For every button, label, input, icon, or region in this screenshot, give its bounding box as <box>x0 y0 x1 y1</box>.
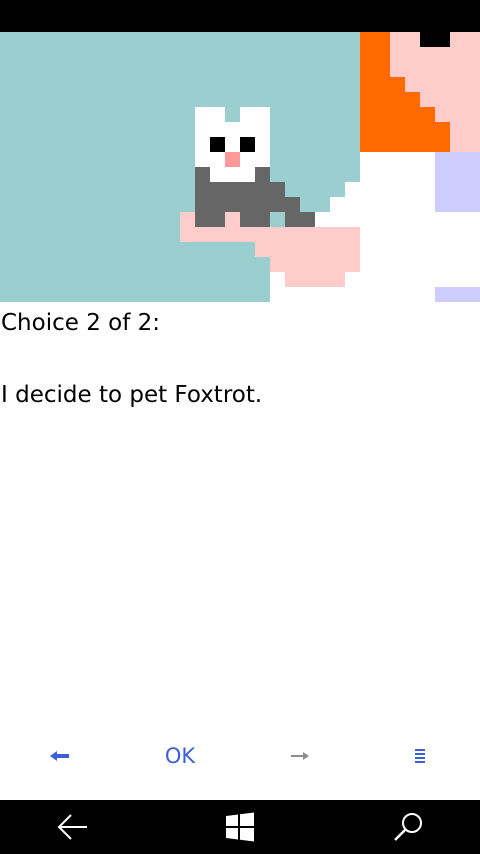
story-illustration <box>0 32 480 302</box>
choice-header: Choice 2 of 2: <box>1 310 161 336</box>
ok-label: OK <box>164 744 196 768</box>
story-text: I decide to pet Foxtrot. <box>1 382 263 408</box>
menu-button[interactable] <box>360 724 480 788</box>
windows-logo-icon <box>226 812 254 842</box>
previous-button[interactable] <box>0 724 120 788</box>
search-icon <box>394 813 422 841</box>
pixel-art-cat-image <box>0 32 480 302</box>
system-search-button[interactable] <box>353 800 463 854</box>
system-back-button[interactable] <box>18 800 128 854</box>
story-nav-bar: OK <box>0 724 480 788</box>
system-navigation-bar <box>0 800 480 854</box>
right-arrow-icon <box>291 752 309 760</box>
ok-button[interactable]: OK <box>120 724 240 788</box>
status-bar <box>0 0 480 32</box>
system-start-button[interactable] <box>185 800 295 854</box>
menu-lines-icon <box>415 749 425 763</box>
app-screen: Choice 2 of 2: I decide to pet Foxtrot. … <box>0 0 480 854</box>
back-arrow-icon <box>57 814 87 840</box>
next-button[interactable] <box>240 724 360 788</box>
left-arrow-icon <box>50 751 69 761</box>
